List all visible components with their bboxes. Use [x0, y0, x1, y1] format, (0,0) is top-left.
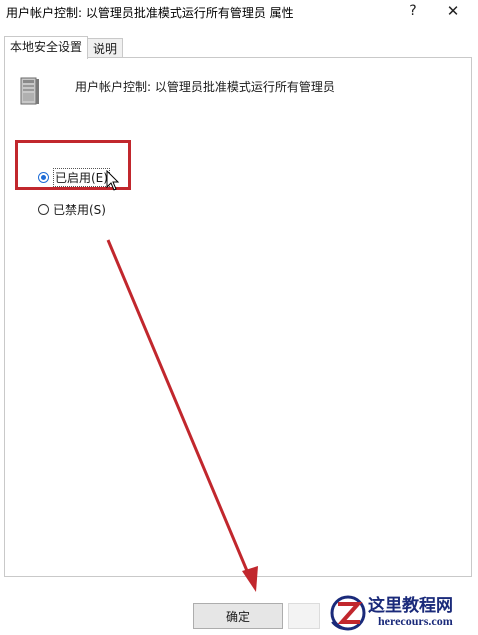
watermark-logo-icon	[330, 595, 366, 631]
annotation-arrow	[106, 239, 258, 592]
watermark-title: 这里教程网	[368, 596, 453, 616]
properties-dialog: 用户帐户控制: 以管理员批准模式运行所有管理员 属性 ? ✕ 本地安全设置 说明…	[0, 0, 478, 635]
watermark-url: herecours.com	[378, 614, 453, 628]
cancel-button[interactable]	[288, 603, 320, 629]
tab-local-security-setting[interactable]: 本地安全设置	[4, 36, 89, 59]
watermark: 这里教程网 herecours.com	[328, 588, 478, 635]
ok-button[interactable]: 确定	[193, 603, 283, 629]
